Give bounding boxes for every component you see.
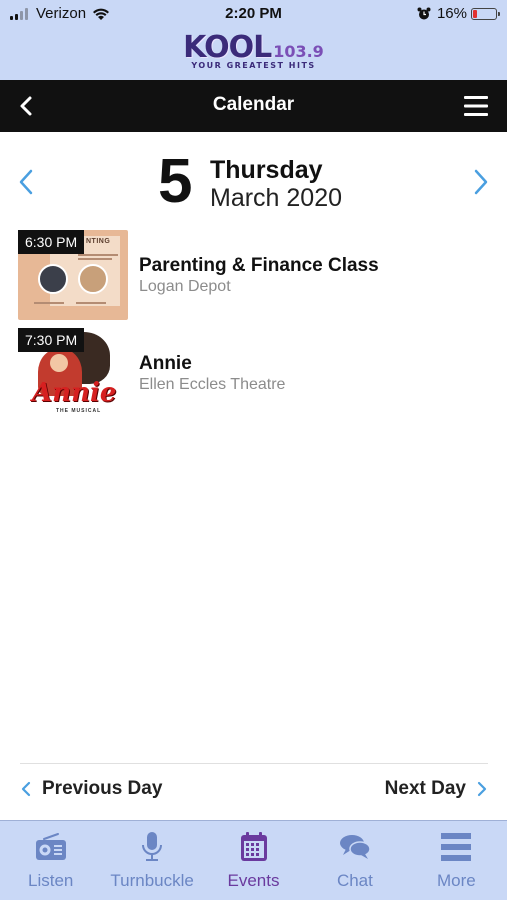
tab-label: Turnbuckle: [110, 871, 194, 890]
speaker-photo: [78, 264, 108, 294]
speaker-photo: [38, 264, 68, 294]
microphone-icon: [142, 832, 163, 861]
next-date-chevron-icon[interactable]: [469, 168, 493, 196]
battery-fill: [473, 9, 477, 18]
radio-icon: [35, 833, 66, 860]
thumbnail-text: NTING: [86, 238, 111, 245]
tab-more[interactable]: More: [406, 821, 507, 900]
tab-label: Chat: [336, 871, 373, 890]
tab-turnbuckle[interactable]: Turnbuckle: [101, 821, 202, 900]
menu-icon: [441, 833, 472, 861]
chevron-left-icon: [21, 781, 31, 797]
thumbnail-subtitle: THE MUSICAL: [56, 408, 102, 414]
tab-events[interactable]: Events: [203, 821, 304, 900]
calendar-icon: [240, 832, 267, 861]
tab-listen[interactable]: Listen: [0, 821, 101, 900]
previous-day-button[interactable]: Previous Day: [20, 778, 162, 800]
weekday: Thursday: [210, 156, 323, 184]
next-day-label: Next Day: [384, 778, 466, 799]
tab-chat[interactable]: Chat: [304, 821, 405, 900]
event-time-badge: 6:30 PM: [18, 230, 85, 254]
date-selector: 5 Thursday March 2020: [0, 140, 507, 220]
month-year: March 2020: [210, 184, 343, 212]
tab-bar: Listen Turnbuckle Events Chat More: [0, 820, 507, 900]
event-item-annie[interactable]: Annie THE MUSICAL 7:30 PM Annie Ellen Ec…: [0, 326, 507, 418]
day-navigation: Previous Day Next Day: [20, 763, 488, 817]
battery-icon: [471, 7, 500, 20]
header-bar: Calendar: [0, 80, 507, 132]
logo-word: KOOL: [183, 30, 272, 65]
event-title: Annie: [139, 353, 192, 374]
tab-label: Events: [227, 871, 280, 890]
page-title: Calendar: [212, 94, 295, 115]
event-venue: Ellen Eccles Theatre: [139, 376, 286, 393]
previous-day-label: Previous Day: [42, 778, 163, 799]
event-time-badge: 7:30 PM: [18, 328, 85, 352]
chevron-right-icon: [477, 781, 487, 797]
top-area: Verizon 2:20 PM 16% KOOL 103.9 YOUR GREA…: [0, 0, 507, 80]
previous-date-chevron-icon[interactable]: [14, 168, 38, 196]
status-bar: Verizon 2:20 PM 16%: [0, 0, 507, 28]
alarm-icon: [417, 7, 431, 19]
next-day-button[interactable]: Next Day: [385, 778, 488, 800]
event-item-parenting[interactable]: NTING 6:30 PM Parenting & Finance Class …: [0, 228, 507, 320]
hamburger-menu-button[interactable]: [463, 94, 489, 118]
day-number: 5: [158, 147, 193, 216]
event-venue: Logan Depot: [139, 278, 231, 295]
tab-label: Listen: [28, 871, 74, 890]
status-right: 16%: [417, 5, 500, 22]
station-logo: KOOL 103.9 YOUR GREATEST HITS: [0, 30, 507, 76]
event-title: Parenting & Finance Class: [139, 255, 379, 276]
chat-icon: [339, 835, 371, 859]
battery-percent: 16%: [436, 5, 467, 22]
thumbnail-title: Annie: [32, 378, 117, 408]
logo-frequency: 103.9: [273, 42, 324, 61]
logo-tagline: YOUR GREATEST HITS: [191, 61, 316, 70]
tab-label: More: [436, 871, 476, 890]
